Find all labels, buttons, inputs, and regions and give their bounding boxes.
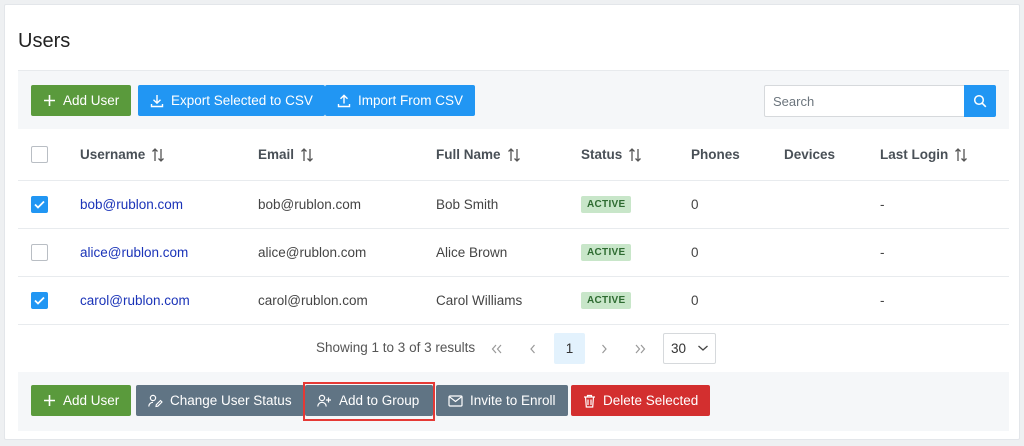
chevron-left-icon (529, 344, 535, 353)
user-edit-icon (148, 394, 163, 407)
column-status[interactable]: Status (581, 129, 642, 180)
plus-icon (44, 95, 55, 106)
username-link[interactable]: alice@rublon.com (80, 229, 188, 276)
search-icon (973, 94, 987, 108)
sort-icon[interactable] (954, 147, 968, 163)
prev-page-button[interactable] (517, 333, 548, 364)
chevron-down-icon (698, 345, 708, 351)
full-name-cell: Bob Smith (436, 197, 499, 212)
column-full-name[interactable]: Full Name (436, 129, 521, 180)
status-cell: ACTIVE (581, 181, 632, 228)
column-label: Last Login (880, 147, 949, 162)
column-label: Username (80, 147, 146, 162)
column-label: Full Name (436, 147, 501, 162)
check-icon (34, 296, 45, 305)
search-button[interactable] (964, 85, 996, 117)
add-user-label: Add User (63, 93, 120, 108)
email-cell: bob@rublon.com (258, 197, 362, 212)
row-checkbox[interactable] (31, 196, 48, 213)
column-phones: Phones (691, 129, 740, 180)
plus-icon (44, 395, 55, 406)
email-cell: alice@rublon.com (258, 245, 367, 260)
column-label: Devices (784, 147, 836, 162)
row-select-cell (31, 229, 48, 276)
phones-cell: 0 (691, 197, 699, 212)
last-login-cell: - (880, 197, 885, 212)
first-page-button[interactable] (481, 333, 512, 364)
page-size-select[interactable]: 30 (663, 333, 716, 364)
row-select-cell (31, 277, 48, 324)
sort-icon[interactable] (507, 147, 521, 163)
search-input[interactable] (764, 85, 965, 117)
pagination-summary: Showing 1 to 3 of 3 results (316, 340, 476, 355)
table-row: carol@rublon.com carol@rublon.com Carol … (18, 277, 1009, 325)
export-csv-label: Export Selected to CSV (171, 93, 313, 108)
last-login-cell: - (880, 293, 885, 308)
column-label: Status (581, 147, 623, 162)
double-chevron-right-icon (635, 344, 645, 353)
trash-icon (584, 394, 595, 408)
table-header: Username Email Full Name Status Phones D… (18, 129, 1009, 181)
select-all-cell (31, 129, 48, 180)
pagination: Showing 1 to 3 of 3 results 1 30 (18, 324, 1009, 372)
username-link[interactable]: carol@rublon.com (80, 277, 190, 324)
add-user-button[interactable]: Add User (31, 85, 132, 116)
row-select-cell (31, 181, 48, 228)
bulk-actions-bar: Add User Change User Status Add to Group… (18, 372, 1009, 431)
change-user-status-label: Change User Status (170, 393, 292, 408)
phones-cell: 0 (691, 293, 699, 308)
sort-icon[interactable] (300, 147, 314, 163)
invite-to-enroll-button[interactable]: Invite to Enroll (436, 385, 568, 416)
status-cell: ACTIVE (581, 229, 632, 276)
email-cell: carol@rublon.com (258, 293, 368, 308)
sort-icon[interactable] (151, 147, 165, 163)
mail-icon (448, 394, 463, 407)
status-badge: ACTIVE (581, 196, 632, 213)
select-all-checkbox[interactable] (31, 146, 48, 163)
sort-icon[interactable] (628, 147, 642, 163)
page-button-current[interactable]: 1 (554, 333, 585, 364)
status-cell: ACTIVE (581, 277, 632, 324)
page-size-value: 30 (671, 341, 687, 356)
chevron-right-icon (601, 344, 607, 353)
full-name-cell: Alice Brown (436, 245, 508, 260)
users-table: Username Email Full Name Status Phones D… (18, 129, 1009, 325)
bulk-add-user-button[interactable]: Add User (31, 385, 132, 416)
column-email[interactable]: Email (258, 129, 314, 180)
status-badge: ACTIVE (581, 292, 632, 309)
column-last-login[interactable]: Last Login (880, 129, 968, 180)
check-icon (34, 200, 45, 209)
table-row: alice@rublon.com alice@rublon.com Alice … (18, 229, 1009, 277)
selection-highlight (303, 382, 435, 421)
next-page-button[interactable] (588, 333, 619, 364)
row-checkbox[interactable] (31, 292, 48, 309)
export-csv-button[interactable]: Export Selected to CSV (138, 85, 325, 116)
change-user-status-button[interactable]: Change User Status (136, 385, 304, 416)
download-icon (150, 94, 164, 107)
delete-selected-button[interactable]: Delete Selected (571, 385, 711, 416)
page-title: Users (18, 30, 71, 52)
status-badge: ACTIVE (581, 244, 632, 261)
import-csv-button[interactable]: Import From CSV (325, 85, 476, 116)
full-name-cell: Carol Williams (436, 293, 523, 308)
table-row: bob@rublon.com bob@rublon.com Bob Smith … (18, 181, 1009, 229)
row-checkbox[interactable] (31, 244, 48, 261)
import-csv-label: Import From CSV (358, 93, 464, 108)
double-chevron-left-icon (491, 344, 501, 353)
toolbar: Add User Export Selected to CSV Import F… (18, 70, 1009, 129)
column-devices: Devices (784, 129, 835, 180)
last-login-cell: - (880, 245, 885, 260)
last-page-button[interactable] (624, 333, 655, 364)
users-card: Users Add User Export Selected to CSV Im… (4, 4, 1020, 440)
column-username[interactable]: Username (80, 129, 165, 180)
column-label: Phones (691, 147, 740, 162)
username-link[interactable]: bob@rublon.com (80, 181, 183, 228)
upload-icon (337, 93, 351, 107)
delete-selected-label: Delete Selected (603, 393, 699, 408)
phones-cell: 0 (691, 245, 699, 260)
bulk-add-user-label: Add User (63, 393, 120, 408)
column-label: Email (258, 147, 295, 162)
invite-to-enroll-label: Invite to Enroll (470, 393, 556, 408)
